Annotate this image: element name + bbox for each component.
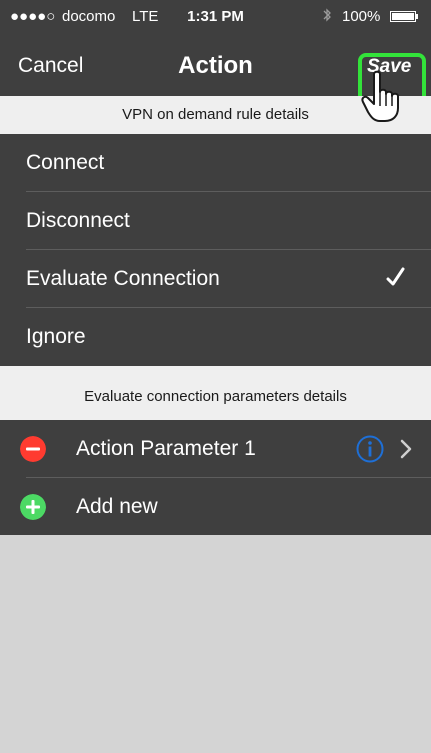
battery-tip [416,14,418,19]
parameter-label: Action Parameter 1 [76,437,256,460]
bluetooth-icon [323,8,331,22]
params-section-header: Evaluate connection parameters details [0,366,431,420]
option-label: Ignore [26,325,86,348]
option-connect[interactable]: Connect [0,134,431,192]
action-parameter-row[interactable]: Action Parameter 1 [0,420,431,478]
empty-background [0,535,431,753]
checkmark-icon [386,267,405,286]
chevron-right-icon [400,439,412,459]
vpn-action-list: Connect Disconnect Evaluate Connection I… [0,134,431,366]
option-evaluate-connection[interactable]: Evaluate Connection [0,250,431,308]
status-bar: ●●●●○ docomo LTE 1:31 PM 100% [0,0,431,32]
option-disconnect[interactable]: Disconnect [0,192,431,250]
add-new-label: Add new [76,495,158,518]
option-label: Evaluate Connection [26,267,220,290]
action-parameters-list: Action Parameter 1 Add new [0,420,431,536]
add-new-row[interactable]: Add new [0,478,431,536]
hand-pointer-icon [361,70,399,122]
option-ignore[interactable]: Ignore [0,308,431,366]
battery-icon [390,11,416,22]
option-label: Disconnect [26,209,130,232]
option-label: Connect [26,151,105,174]
info-icon[interactable] [356,435,384,463]
remove-icon[interactable] [20,436,46,462]
battery-percent: 100% [342,8,381,25]
add-icon[interactable] [20,494,46,520]
